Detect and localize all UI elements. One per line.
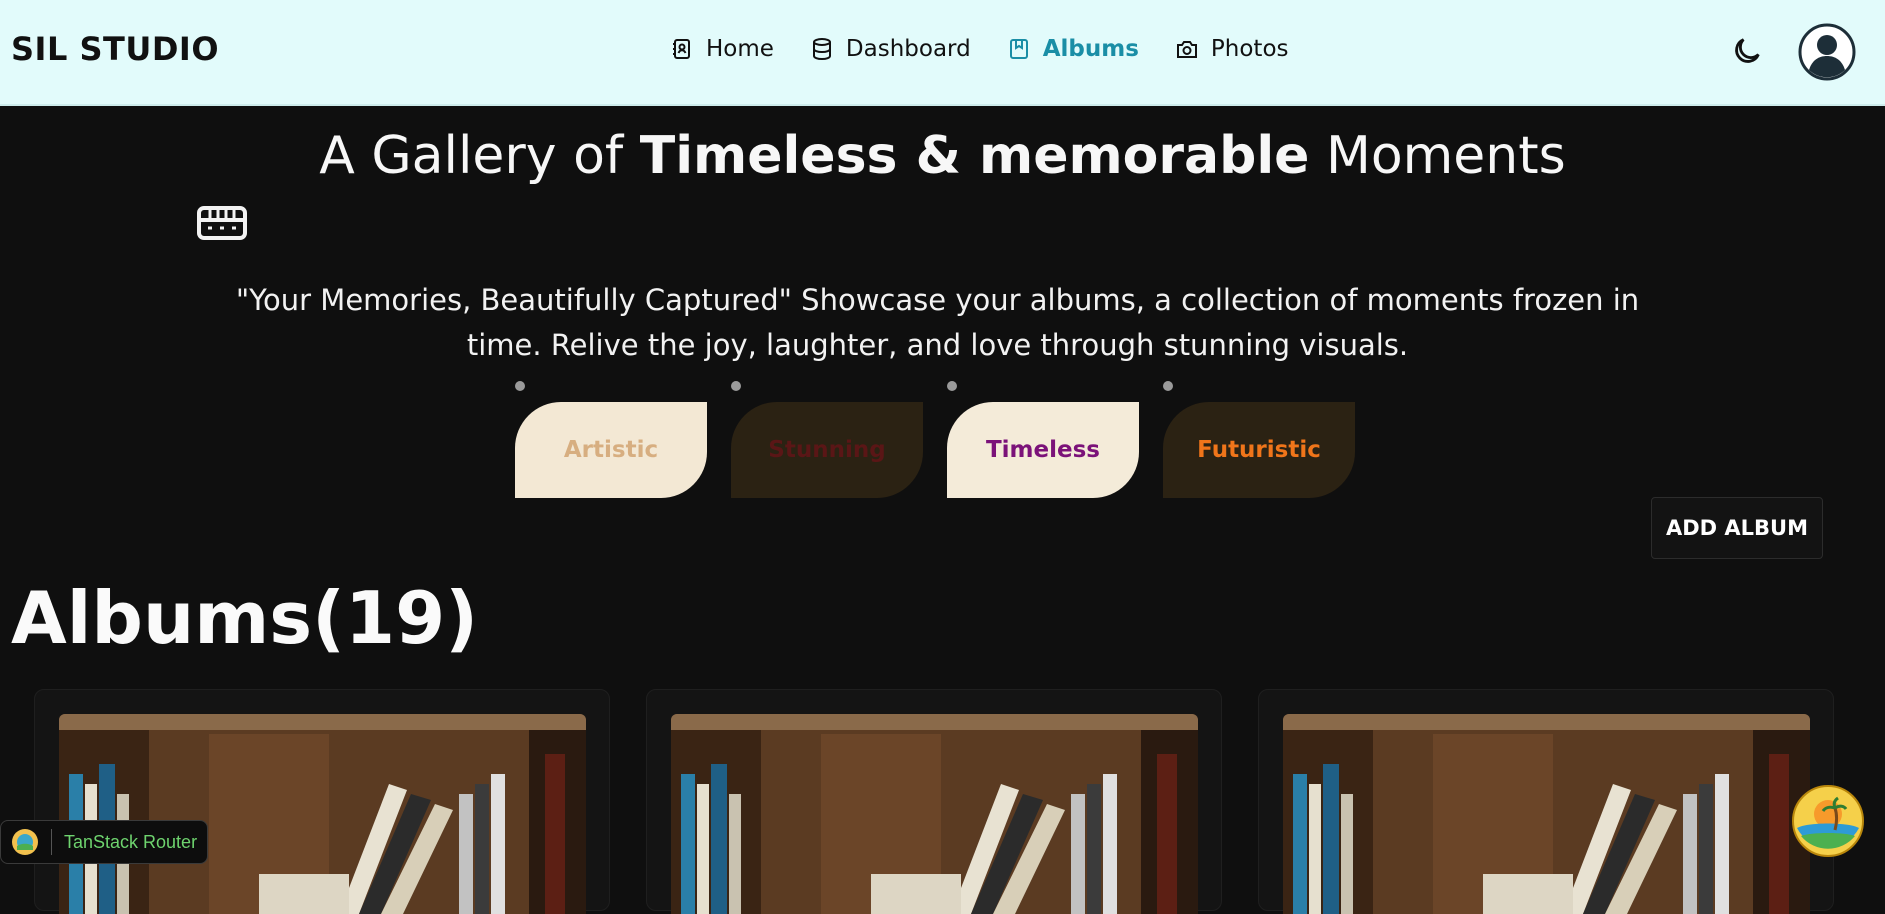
top-navbar: SIL STUDIO Home Dashboard Albums Photos [0,0,1885,106]
tag-list: Artistic Stunning Timeless Futuristic [515,381,1355,498]
user-avatar-icon[interactable] [1798,23,1856,81]
tag-futuristic[interactable]: Futuristic [1163,402,1355,498]
nav-photos[interactable]: Photos [1175,36,1289,62]
brand-logo[interactable]: SIL STUDIO [11,30,219,68]
nav-albums[interactable]: Albums [1007,36,1139,62]
hero-description: "Your Memories, Beautifully Captured" Sh… [235,283,1640,362]
database-icon [812,38,831,61]
bookshelf-photo [671,714,1198,914]
bullet-dot [947,381,957,391]
hero-title: A Gallery of Timeless & memorable Moment… [0,126,1885,186]
nav-home[interactable]: Home [670,36,774,62]
album-cover-image [59,714,586,914]
tag-item: Futuristic [1163,381,1355,498]
tanstack-router-label: TanStack Router [64,831,198,852]
bullet-dot [1163,381,1173,391]
nav-home-label: Home [706,36,774,62]
tanstack-router-devtools-button[interactable]: TanStack Router [0,820,208,864]
album-cover-image [671,714,1198,914]
nav-albums-label: Albums [1042,36,1139,62]
tag-item: Artistic [515,381,707,498]
bookshelf-photo [59,714,586,914]
hero-title-end: Moments [1309,126,1566,186]
contact-book-icon [673,39,690,59]
album-card[interactable] [646,689,1222,914]
camera-icon [1176,41,1197,58]
tag-artistic[interactable]: Artistic [515,402,707,498]
tanstack-query-devtools-icon[interactable] [1791,784,1865,858]
bullet-dot [515,381,525,391]
hero-title-start: A Gallery of [319,126,640,186]
album-card[interactable] [34,689,610,914]
tag-item: Timeless [947,381,1139,498]
nav-dashboard[interactable]: Dashboard [810,36,971,62]
moon-icon[interactable] [1730,34,1764,68]
album-grid [34,689,1834,914]
tag-timeless[interactable]: Timeless [947,402,1139,498]
nav-dashboard-label: Dashboard [845,36,971,62]
tag-stunning[interactable]: Stunning [731,402,923,498]
albums-heading: Albums(19) [11,576,479,660]
bookmark-book-icon [1009,39,1028,59]
bookshelf-photo [1283,714,1810,914]
nav-photos-label: Photos [1210,36,1289,62]
memory-chip-icon [197,206,247,240]
divider [51,829,52,855]
album-card[interactable] [1258,689,1834,914]
main-nav: Home Dashboard Albums Photos [670,36,1289,62]
tag-item: Stunning [731,381,923,498]
hero-title-bold: Timeless & memorable [639,126,1310,186]
bullet-dot [731,381,741,391]
album-cover-image [1283,714,1810,914]
tanstack-logo-icon [12,829,38,855]
add-album-button[interactable]: ADD ALBUM [1651,497,1823,559]
